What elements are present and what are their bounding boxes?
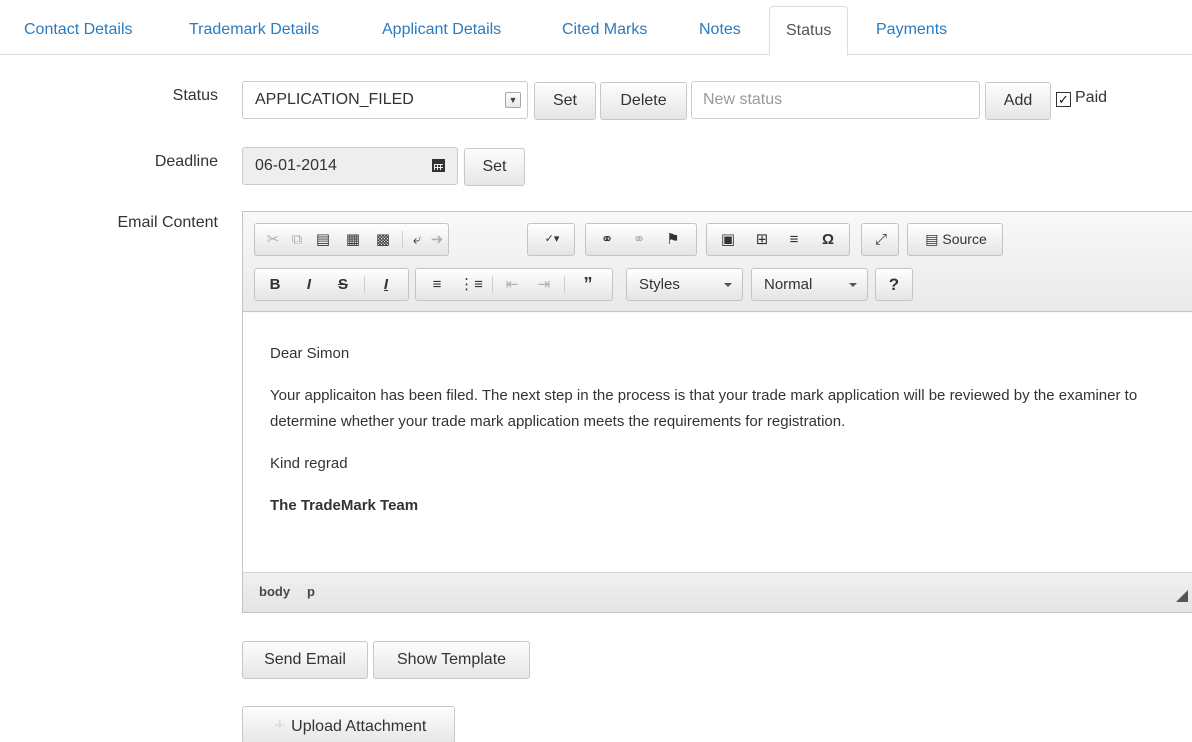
status-select-value: APPLICATION_FILED: [255, 91, 414, 108]
insert-group: ▣ ⊞ ≡ Ω: [706, 223, 850, 256]
paste-text-icon[interactable]: ▦: [339, 224, 367, 255]
styles-combo-label: Styles: [639, 276, 680, 293]
rich-text-editor: ✂ ⧉ ▤ ▦ ▩ ⤶ ➜ ✓▾ ⚭ ⚭ ⚑ ▣ ⊞ ≡ Ω ⤢ ▤ Sourc…: [242, 211, 1192, 613]
indent-icon[interactable]: ⇥: [530, 269, 558, 300]
spellcheck-icon[interactable]: ✓▾: [532, 224, 572, 255]
strike-icon[interactable]: S: [327, 269, 359, 300]
maximize-group: ⤢: [861, 223, 899, 256]
source-button[interactable]: ▤ Source: [914, 224, 998, 255]
email-signature: The TradeMark Team: [270, 497, 419, 514]
list-group: ≡ ⋮≡ ⇤ ⇥ ”: [415, 268, 613, 301]
editor-toolbar: ✂ ⧉ ▤ ▦ ▩ ⤶ ➜ ✓▾ ⚭ ⚭ ⚑ ▣ ⊞ ≡ Ω ⤢ ▤ Sourc…: [243, 212, 1192, 312]
tab-applicant-details[interactable]: Applicant Details: [366, 6, 517, 55]
italic-icon[interactable]: I: [293, 269, 325, 300]
status-delete-button[interactable]: Delete: [600, 82, 687, 120]
clipboard-group: ✂ ⧉ ▤ ▦ ▩ ⤶ ➜: [254, 223, 449, 256]
upload-attachment-button[interactable]: + Upload Attachment: [242, 706, 455, 742]
calendar-icon[interactable]: [432, 159, 445, 172]
email-paragraph: Your applicaiton has been filed. The nex…: [270, 387, 1138, 430]
show-template-button[interactable]: Show Template: [373, 641, 530, 679]
tab-status[interactable]: Status: [769, 6, 849, 56]
paid-label: Paid: [1075, 89, 1108, 106]
status-set-button[interactable]: Set: [534, 82, 596, 120]
new-status-input[interactable]: New status: [691, 81, 980, 119]
chevron-down-icon: [724, 283, 732, 287]
paid-checkbox-group[interactable]: ✓ Paid: [1056, 89, 1107, 107]
upload-attachment-label: Upload Attachment: [291, 718, 427, 735]
maximize-icon[interactable]: ⤢: [866, 224, 896, 255]
tab-cited-marks[interactable]: Cited Marks: [546, 6, 663, 55]
remove-format-icon[interactable]: I: [369, 269, 403, 300]
link-group: ⚭ ⚭ ⚑: [585, 223, 697, 256]
paste-icon[interactable]: ▤: [309, 224, 337, 255]
horizontal-rule-icon[interactable]: ≡: [779, 224, 809, 255]
bullet-list-icon[interactable]: ⋮≡: [456, 269, 486, 300]
unlink-icon[interactable]: ⚭: [624, 224, 654, 255]
image-icon[interactable]: ▣: [713, 224, 743, 255]
redo-icon[interactable]: ➜: [427, 224, 447, 255]
anchor-flag-icon[interactable]: ⚑: [658, 224, 688, 255]
deadline-set-button[interactable]: Set: [464, 148, 525, 186]
deadline-date-field[interactable]: 06-01-2014: [242, 147, 458, 185]
format-combo[interactable]: Normal: [751, 268, 868, 301]
source-icon: ▤: [925, 231, 943, 247]
tab-notes[interactable]: Notes: [683, 6, 757, 55]
numbered-list-icon[interactable]: ≡: [422, 269, 452, 300]
chevron-down-icon: [849, 283, 857, 287]
help-icon[interactable]: ?: [878, 269, 910, 300]
table-icon[interactable]: ⊞: [747, 224, 777, 255]
chevron-down-icon[interactable]: ▼: [505, 92, 521, 108]
outdent-icon[interactable]: ⇤: [498, 269, 526, 300]
help-group: ?: [875, 268, 913, 301]
tab-contact-details[interactable]: Contact Details: [8, 6, 149, 55]
status-add-button[interactable]: Add: [985, 82, 1051, 120]
editor-content[interactable]: Dear Simon Your applicaiton has been fil…: [243, 313, 1192, 573]
paid-checkbox[interactable]: ✓: [1056, 92, 1071, 107]
bold-icon[interactable]: B: [259, 269, 291, 300]
tab-trademark-details[interactable]: Trademark Details: [173, 6, 335, 55]
copy-icon[interactable]: ⧉: [285, 224, 309, 255]
spellcheck-group: ✓▾: [527, 223, 575, 256]
deadline-value: 06-01-2014: [255, 157, 337, 174]
source-label: Source: [942, 231, 987, 247]
link-icon[interactable]: ⚭: [592, 224, 622, 255]
editor-statusbar: body p: [243, 572, 1192, 612]
path-body[interactable]: body: [259, 584, 290, 599]
special-char-icon[interactable]: Ω: [813, 224, 843, 255]
styles-combo[interactable]: Styles: [626, 268, 743, 301]
plus-icon: +: [274, 715, 286, 735]
path-p[interactable]: p: [307, 584, 315, 599]
cut-icon[interactable]: ✂: [261, 224, 285, 255]
deadline-label: Deadline: [154, 153, 218, 170]
undo-icon[interactable]: ⤶: [407, 224, 427, 255]
tab-payments[interactable]: Payments: [860, 6, 963, 55]
source-group: ▤ Source: [907, 223, 1003, 256]
resize-handle-icon[interactable]: [1176, 590, 1188, 602]
basic-styles-group: B I S I: [254, 268, 409, 301]
blockquote-icon[interactable]: ”: [570, 269, 606, 300]
email-content-label: Email Content: [117, 214, 219, 231]
status-label: Status: [172, 87, 218, 104]
email-greeting: Dear Simon: [270, 345, 350, 362]
email-closing: Kind regrad: [270, 455, 348, 472]
format-combo-label: Normal: [764, 276, 813, 293]
tab-bar: Contact Details Trademark Details Applic…: [0, 0, 1192, 56]
paste-word-icon[interactable]: ▩: [369, 224, 397, 255]
send-email-button[interactable]: Send Email: [242, 641, 368, 679]
status-select[interactable]: APPLICATION_FILED ▼: [242, 81, 528, 119]
